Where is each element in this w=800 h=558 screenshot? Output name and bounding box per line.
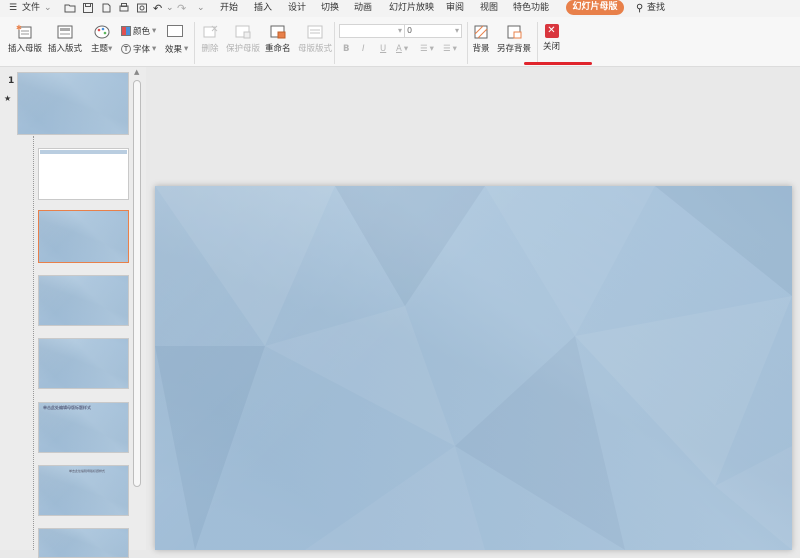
rename-icon [269,24,287,40]
font-name-combo[interactable]: ▾ [339,24,405,38]
menu-bar: ☰ 文件 ⌄ ↶ ⌄ ↷ ⌄ 开始 插入 设计 切换 动画 幻灯片放映 审阅 视… [0,0,800,17]
tab-insert[interactable]: 插入 [254,2,272,15]
undo-dropdown-icon[interactable]: ⌄ [166,2,174,15]
highlight-underline-close [524,62,592,65]
master-number: 1 [8,76,15,86]
tab-features[interactable]: 特色功能 [513,2,549,15]
delete-button[interactable]: 删除 [201,24,219,54]
tree-line [33,136,34,550]
insert-layout-button[interactable]: 插入版式 [48,24,82,54]
colors-button[interactable]: 颜色 ▾ [121,25,156,37]
font-color-button[interactable]: A ▾ [396,44,408,54]
close-icon: ✕ [544,24,559,38]
effects-button[interactable]: 效果 ▾ [165,43,188,55]
thumb-title: 单击此处编辑母版标题样式 [69,469,106,473]
print-icon[interactable] [118,2,130,14]
hamburger-icon[interactable]: ☰ [9,2,17,15]
tab-view[interactable]: 视图 [480,2,498,15]
colors-icon [121,26,131,36]
list-icon: ☰ [420,44,428,54]
slide-master-canvas[interactable] [155,186,792,550]
chevron-down-icon: ▾ [454,26,459,35]
thumb-title: 单击此处编辑母版标题样式 [43,405,91,410]
customize-icon[interactable]: ⌄ [197,2,205,15]
preserve-master-icon [234,24,252,40]
master-layout-icon [306,24,324,40]
scroll-up-icon[interactable]: ▲ [134,68,139,76]
search-label[interactable]: 查找 [647,2,665,15]
ribbon-separator [537,22,538,64]
tab-design[interactable]: 设计 [288,2,306,15]
layout-thumbnail-2[interactable] [38,148,129,200]
delete-layout-icon [201,24,219,40]
insert-master-button[interactable]: ✱ 插入母版 [8,24,42,54]
close-master-button[interactable]: ✕ 关闭 [543,24,560,52]
numbered-list-icon: ☰ [443,44,451,54]
effects-icon [167,25,183,37]
output-icon[interactable] [100,2,112,14]
tab-review[interactable]: 审阅 [446,2,464,15]
ribbon-separator [334,22,335,64]
fonts-button[interactable]: T 字体 ▾ [121,43,156,55]
geometric-background-pattern [155,186,792,550]
tab-home[interactable]: 开始 [220,2,238,15]
effects-icon-button[interactable] [167,25,183,37]
thumb-header-bar [40,150,127,154]
layout-thumbnail-4[interactable] [38,275,129,326]
ribbon-separator [194,22,195,64]
layout-thumbnail-3-selected[interactable] [38,210,129,263]
layout-thumbnail-6[interactable]: 单击此处编辑母版标题样式 [38,402,129,453]
redo-icon[interactable]: ↷ [177,2,186,15]
layout-thumbnail-7[interactable]: 单击此处编辑母版标题样式 [38,465,129,516]
open-icon[interactable] [64,2,76,14]
preview-icon[interactable] [136,2,148,14]
insert-layout-icon [56,24,74,40]
background-button[interactable]: 背景 [472,24,490,54]
master-star-icon: ★ [4,94,12,103]
background-icon [472,24,490,40]
chevron-down-icon: ▾ [397,26,402,35]
underline-button[interactable]: U [380,44,386,54]
rename-button[interactable]: 重命名 [265,24,291,54]
master-layout-button[interactable]: 母版版式 [298,24,332,54]
svg-text:✱: ✱ [16,24,22,32]
save-background-icon [505,24,523,40]
bold-button[interactable]: B [343,44,349,54]
search-icon[interactable]: ⚲ [636,2,643,15]
tab-transition[interactable]: 切换 [321,2,339,15]
slides-panel-scrollbar[interactable] [133,80,141,487]
ribbon-separator [467,22,468,64]
palette-icon [93,24,111,40]
tab-animation[interactable]: 动画 [354,2,372,15]
tab-slide-master[interactable]: 幻灯片母版 [566,0,624,15]
preserve-master-button[interactable]: 保护母版 [226,24,260,54]
bullets-button[interactable]: ☰ ▾ [420,44,434,54]
save-background-button[interactable]: 另存背景 [497,24,531,54]
font-size-combo[interactable]: 0 ▾ [404,24,462,38]
italic-button[interactable]: I [362,44,365,54]
fonts-icon: T [121,44,131,54]
numbering-button[interactable]: ☰ ▾ [443,44,457,54]
theme-button[interactable]: 主题▾ [91,24,112,54]
save-icon[interactable] [82,2,94,14]
layout-thumbnail-8[interactable] [38,528,129,558]
master-thumbnail[interactable] [17,72,129,135]
tab-slideshow[interactable]: 幻灯片放映 [389,2,434,15]
file-menu[interactable]: 文件 [22,2,40,15]
undo-icon[interactable]: ↶ [153,2,162,15]
layout-thumbnail-5[interactable] [38,338,129,389]
chevron-down-icon[interactable]: ⌄ [44,2,52,15]
insert-master-icon: ✱ [16,24,34,40]
